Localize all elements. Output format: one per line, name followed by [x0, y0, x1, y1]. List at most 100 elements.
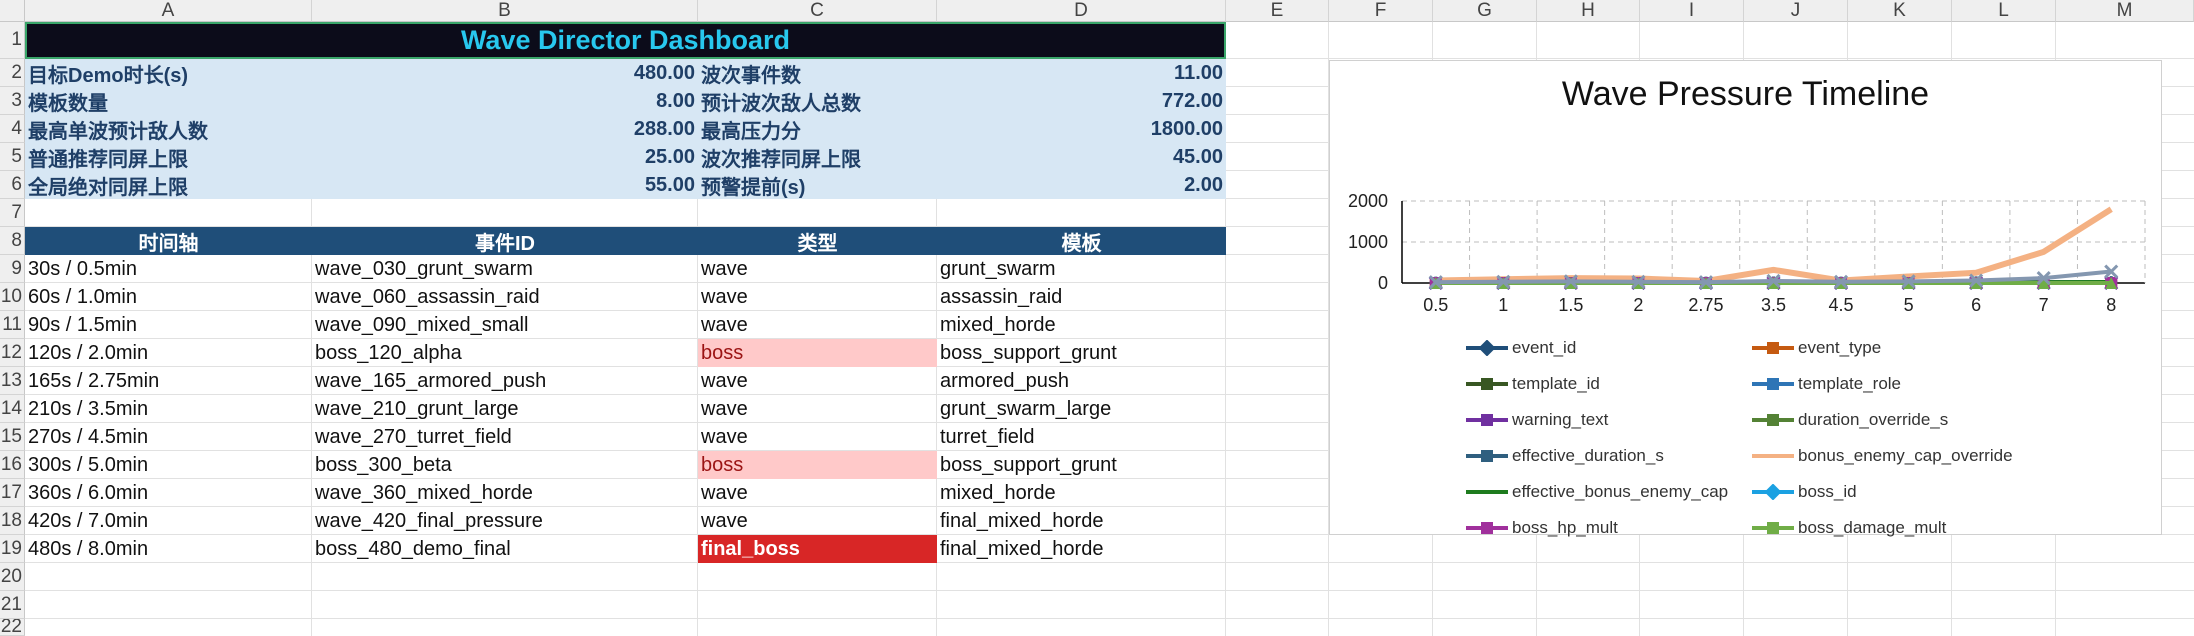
row-header-5[interactable]: 5 [0, 143, 25, 171]
summary-label[interactable]: 最高压力分 [698, 115, 937, 143]
summary-value[interactable]: 288.00 [312, 115, 698, 143]
column-header-f[interactable]: F [1329, 0, 1433, 22]
wave-pressure-chart[interactable]: Wave Pressure Timeline 0 1000 2000 0.5 1 1.5 2… [1329, 60, 2162, 537]
timeline-cell[interactable]: 270s / 4.5min [25, 423, 312, 451]
row-header-6[interactable]: 6 [0, 171, 25, 199]
type-cell[interactable]: wave [698, 367, 937, 395]
template-cell[interactable]: boss_support_grunt [937, 339, 1226, 367]
template-cell[interactable]: assassin_raid [937, 283, 1226, 311]
event-id-cell[interactable]: wave_420_final_pressure [312, 507, 698, 535]
row-header-22[interactable]: 22 [0, 619, 25, 636]
template-cell[interactable]: boss_support_grunt [937, 451, 1226, 479]
row-header-7[interactable]: 7 [0, 199, 25, 227]
summary-value[interactable]: 55.00 [312, 171, 698, 199]
row-header-19[interactable]: 19 [0, 535, 25, 563]
summary-label[interactable]: 波次推荐同屏上限 [698, 143, 937, 171]
template-cell[interactable]: final_mixed_horde [937, 507, 1226, 535]
type-cell[interactable]: boss [698, 339, 937, 367]
event-id-header[interactable]: 事件ID [312, 227, 698, 255]
timeline-cell[interactable]: 120s / 2.0min [25, 339, 312, 367]
summary-value[interactable]: 25.00 [312, 143, 698, 171]
column-header-i[interactable]: I [1640, 0, 1744, 22]
template-cell[interactable]: mixed_horde [937, 479, 1226, 507]
summary-value[interactable]: 45.00 [937, 143, 1226, 171]
template-cell[interactable]: final_mixed_horde [937, 535, 1226, 563]
type-cell[interactable]: wave [698, 255, 937, 283]
column-header-d[interactable]: D [937, 0, 1226, 22]
timeline-cell[interactable]: 360s / 6.0min [25, 479, 312, 507]
summary-value[interactable]: 8.00 [312, 87, 698, 115]
event-id-cell[interactable]: wave_030_grunt_swarm [312, 255, 698, 283]
select-all-corner[interactable] [0, 0, 25, 22]
type-cell[interactable]: wave [698, 395, 937, 423]
row-header-16[interactable]: 16 [0, 451, 25, 479]
column-header-j[interactable]: J [1744, 0, 1848, 22]
event-id-cell[interactable]: wave_090_mixed_small [312, 311, 698, 339]
event-id-cell[interactable]: wave_360_mixed_horde [312, 479, 698, 507]
event-id-cell[interactable]: wave_210_grunt_large [312, 395, 698, 423]
event-id-cell[interactable]: wave_270_turret_field [312, 423, 698, 451]
row-header-13[interactable]: 13 [0, 367, 25, 395]
template-header[interactable]: 模板 [937, 227, 1226, 255]
event-id-cell[interactable]: boss_120_alpha [312, 339, 698, 367]
summary-label[interactable]: 全局绝对同屏上限 [25, 171, 312, 199]
column-header-l[interactable]: L [1952, 0, 2056, 22]
template-cell[interactable]: turret_field [937, 423, 1226, 451]
summary-value[interactable]: 1800.00 [937, 115, 1226, 143]
type-cell[interactable]: wave [698, 311, 937, 339]
row-header-12[interactable]: 12 [0, 339, 25, 367]
row-header-10[interactable]: 10 [0, 283, 25, 311]
row-header-4[interactable]: 4 [0, 115, 25, 143]
template-cell[interactable]: mixed_horde [937, 311, 1226, 339]
summary-value[interactable]: 11.00 [937, 59, 1226, 87]
template-cell[interactable]: armored_push [937, 367, 1226, 395]
timeline-cell[interactable]: 300s / 5.0min [25, 451, 312, 479]
column-header-m[interactable]: M [2056, 0, 2194, 22]
event-id-cell[interactable]: boss_480_demo_final [312, 535, 698, 563]
column-header-h[interactable]: H [1537, 0, 1640, 22]
template-cell[interactable]: grunt_swarm [937, 255, 1226, 283]
event-id-cell[interactable]: boss_300_beta [312, 451, 698, 479]
summary-label[interactable]: 预计波次敌人总数 [698, 87, 937, 115]
type-cell[interactable]: wave [698, 283, 937, 311]
timeline-cell[interactable]: 210s / 3.5min [25, 395, 312, 423]
dashboard-title-cell[interactable]: Wave Director Dashboard [25, 22, 1226, 59]
row-header-3[interactable]: 3 [0, 87, 25, 115]
row-header-18[interactable]: 18 [0, 507, 25, 535]
row-header-17[interactable]: 17 [0, 479, 25, 507]
column-header-c[interactable]: C [698, 0, 937, 22]
summary-value[interactable]: 480.00 [312, 59, 698, 87]
column-header-b[interactable]: B [312, 0, 698, 22]
type-cell[interactable]: wave [698, 507, 937, 535]
type-header[interactable]: 类型 [698, 227, 937, 255]
type-cell[interactable]: final_boss [698, 535, 937, 563]
summary-label[interactable]: 波次事件数 [698, 59, 937, 87]
row-header-21[interactable]: 21 [0, 591, 25, 619]
event-id-cell[interactable]: wave_060_assassin_raid [312, 283, 698, 311]
timeline-cell[interactable]: 480s / 8.0min [25, 535, 312, 563]
type-cell[interactable]: wave [698, 479, 937, 507]
summary-value[interactable]: 772.00 [937, 87, 1226, 115]
type-cell[interactable]: boss [698, 451, 937, 479]
timeline-cell[interactable]: 165s / 2.75min [25, 367, 312, 395]
timeline-cell[interactable]: 90s / 1.5min [25, 311, 312, 339]
summary-label[interactable]: 最高单波预计敌人数 [25, 115, 312, 143]
summary-label[interactable]: 目标Demo时长(s) [25, 59, 312, 87]
row-header-2[interactable]: 2 [0, 59, 25, 87]
column-header-e[interactable]: E [1226, 0, 1329, 22]
column-header-a[interactable]: A [25, 0, 312, 22]
summary-value[interactable]: 2.00 [937, 171, 1226, 199]
row-header-15[interactable]: 15 [0, 423, 25, 451]
row-header-20[interactable]: 20 [0, 563, 25, 591]
row-header-9[interactable]: 9 [0, 255, 25, 283]
summary-label[interactable]: 模板数量 [25, 87, 312, 115]
column-header-k[interactable]: K [1848, 0, 1952, 22]
column-header-g[interactable]: G [1433, 0, 1537, 22]
row-header-1[interactable]: 1 [0, 22, 25, 59]
row-header-11[interactable]: 11 [0, 311, 25, 339]
timeline-cell[interactable]: 60s / 1.0min [25, 283, 312, 311]
type-cell[interactable]: wave [698, 423, 937, 451]
summary-label[interactable]: 预警提前(s) [698, 171, 937, 199]
timeline-cell[interactable]: 30s / 0.5min [25, 255, 312, 283]
timeline-header[interactable]: 时间轴 [25, 227, 312, 255]
